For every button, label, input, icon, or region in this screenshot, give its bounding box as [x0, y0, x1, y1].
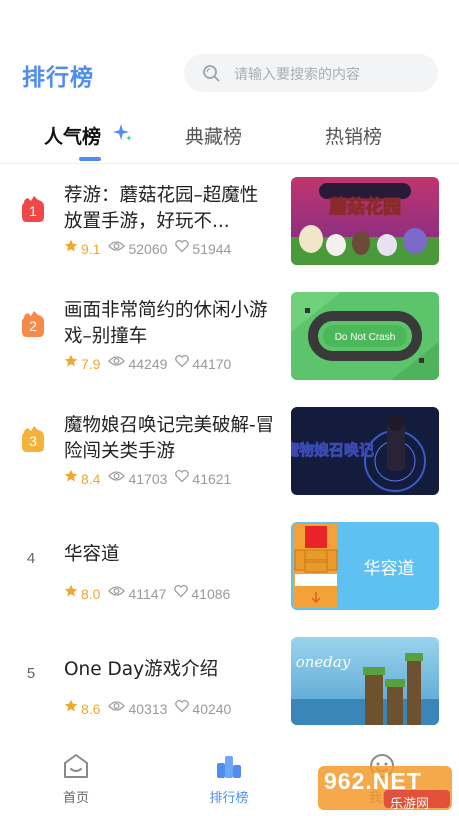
like-count: 41621 — [192, 471, 232, 488]
game-thumbnail[interactable]: Do Not Crash — [291, 292, 439, 380]
game-title[interactable]: 画面非常简约的休闲小游戏–别撞车 — [64, 298, 276, 350]
rank-icon — [217, 756, 241, 778]
game-thumbnail[interactable]: 蘑菇花园 — [291, 177, 439, 265]
thumbnail-caption: 华容道 — [364, 559, 415, 579]
eye-icon — [108, 701, 126, 711]
game-thumbnail[interactable]: 魔物娘召唤记 — [291, 407, 439, 495]
game-title[interactable]: 华容道 — [64, 542, 276, 568]
game-stats: 8.4 41703 41621 — [64, 469, 231, 487]
score: 7.9 — [81, 356, 101, 373]
heart-icon — [175, 239, 190, 253]
rank-badge: 3 — [20, 425, 46, 453]
game-stats: 8.6 40313 40240 — [64, 699, 231, 717]
page-title: 排行榜 — [22, 65, 94, 91]
search-input[interactable]: 请输入要搜索的内容 — [184, 54, 438, 92]
sparkle-icon — [113, 124, 132, 141]
list-item[interactable]: 4 华容道 8.0 41147 41086 华容道 — [0, 510, 459, 625]
nav-ranking[interactable]: 排行榜 — [189, 751, 269, 806]
list-item[interactable]: 1 荐游：蘑菇花园–超魔性放置手游，好玩不... 9.1 52060 51944 蘑… — [0, 165, 459, 280]
heart-icon — [174, 584, 189, 598]
view-count: 41703 — [128, 471, 168, 488]
thumbnail-caption: Do Not Crash — [335, 332, 396, 343]
star-icon — [64, 239, 78, 252]
tab-collection[interactable]: 典藏榜 — [185, 122, 242, 149]
rank-badge: 1 — [20, 195, 46, 223]
eye-icon — [108, 586, 126, 596]
thumbnail-caption: 蘑菇花园 — [329, 196, 401, 218]
list-item[interactable]: 3 魔物娘召唤记完美破解-冒险闯关类手游 8.4 41703 41621 魔物娘召唤… — [0, 395, 459, 510]
star-icon — [64, 354, 78, 367]
like-count: 51944 — [192, 241, 232, 258]
like-count: 44170 — [192, 356, 232, 373]
eye-icon — [108, 356, 126, 366]
tab-bestseller[interactable]: 热销榜 — [325, 122, 382, 149]
home-icon — [64, 754, 88, 778]
star-icon — [64, 699, 78, 712]
tab-bar: 人气榜 典藏榜 热销榜 — [0, 112, 459, 164]
rank-number: 5 — [26, 665, 36, 682]
star-icon — [64, 469, 78, 482]
list-item[interactable]: 5 One Day游戏介绍 8.6 40313 40240 oneday — [0, 625, 459, 740]
heart-icon — [175, 699, 190, 713]
rank-badge: 2 — [20, 310, 46, 338]
like-count: 40240 — [192, 701, 232, 718]
heart-icon — [175, 354, 190, 368]
game-title[interactable]: 魔物娘召唤记完美破解-冒险闯关类手游 — [64, 413, 276, 465]
score: 8.6 — [81, 701, 101, 718]
rank-number: 3 — [29, 433, 37, 449]
nav-home-label: 首页 — [62, 791, 89, 806]
game-stats: 8.0 41147 41086 — [64, 584, 230, 602]
nav-ranking-label: 排行榜 — [209, 791, 249, 806]
game-title[interactable]: 荐游：蘑菇花园–超魔性放置手游，好玩不... — [64, 183, 276, 235]
watermark-sub: 乐游网 — [390, 797, 430, 812]
watermark-main: 962.NET — [324, 768, 422, 794]
game-thumbnail[interactable]: oneday — [291, 637, 439, 725]
score: 8.4 — [81, 471, 101, 488]
search-placeholder: 请输入要搜索的内容 — [234, 67, 360, 83]
score: 9.1 — [81, 241, 101, 258]
heart-icon — [175, 469, 190, 483]
view-count: 40313 — [128, 701, 168, 718]
search-icon — [203, 65, 220, 82]
tab-popular[interactable]: 人气榜 — [44, 122, 101, 149]
game-stats: 9.1 52060 51944 — [64, 239, 231, 257]
active-tab-indicator — [79, 157, 101, 161]
game-title[interactable]: One Day游戏介绍 — [64, 657, 276, 683]
score: 8.0 — [81, 586, 101, 603]
star-icon — [64, 584, 78, 597]
game-stats: 7.9 44249 44170 — [64, 354, 231, 372]
view-count: 44249 — [128, 356, 168, 373]
thumbnail-caption: 魔物娘召唤记 — [291, 441, 374, 459]
view-count: 41147 — [128, 586, 167, 603]
rank-number: 2 — [29, 318, 37, 334]
eye-icon — [108, 471, 126, 481]
eye-icon — [108, 241, 126, 251]
header: 排行榜 请输入要搜索的内容 — [0, 0, 459, 110]
rank-number: 4 — [26, 550, 36, 567]
rank-number: 1 — [29, 203, 37, 219]
watermark-logo: 962.NET 乐游网 — [318, 766, 452, 812]
nav-home[interactable]: 首页 — [36, 751, 116, 806]
thumbnail-caption: oneday — [296, 653, 351, 671]
like-count: 41086 — [191, 586, 231, 603]
view-count: 52060 — [128, 241, 168, 258]
game-thumbnail[interactable]: 华容道 — [291, 522, 439, 610]
list-item[interactable]: 2 画面非常简约的休闲小游戏–别撞车 7.9 44249 44170 Do Not … — [0, 280, 459, 395]
